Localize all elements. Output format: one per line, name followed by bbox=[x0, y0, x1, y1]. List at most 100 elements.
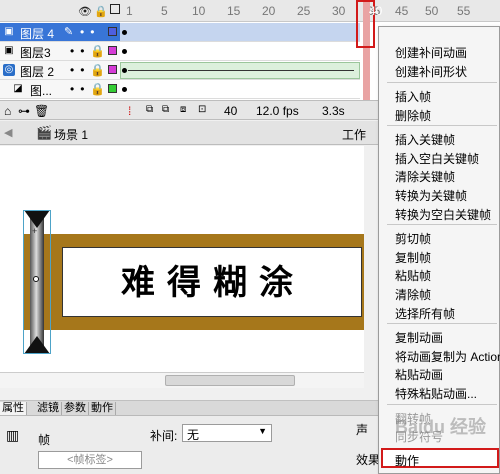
menu-insert-blank-keyframe[interactable]: 插入空白关键帧 bbox=[395, 150, 479, 167]
menu-create-shape-tween[interactable]: 创建补间形状 bbox=[395, 63, 467, 80]
menu-separator bbox=[387, 323, 497, 324]
tween-select[interactable]: 无 ▼ bbox=[182, 424, 272, 442]
layer-label: 图层3 bbox=[20, 46, 51, 60]
delete-layer-icon[interactable]: 🗑 bbox=[34, 104, 49, 118]
registration-point-icon: + bbox=[32, 226, 38, 236]
ruler-tick: 5 bbox=[161, 4, 168, 18]
layer-frames[interactable] bbox=[120, 42, 360, 61]
layer-toggles[interactable]: •• bbox=[80, 25, 100, 39]
ruler-tick: 1 bbox=[126, 4, 133, 18]
onion-markers-icon[interactable]: ⊡ bbox=[198, 104, 206, 115]
menu-copy-motion-as-action[interactable]: 将动画复制为 Action bbox=[395, 348, 500, 365]
layer-color-swatch[interactable] bbox=[108, 46, 117, 55]
frame-rate[interactable]: 12.0 fps bbox=[256, 104, 299, 118]
new-layer-icon[interactable]: ⌂ bbox=[4, 104, 11, 118]
ruler-tick: 55 bbox=[457, 4, 471, 18]
onion-skin-icon[interactable]: ⧉ bbox=[146, 104, 153, 115]
chevron-down-icon: ▼ bbox=[258, 426, 267, 436]
scene-label[interactable]: 场景 1 bbox=[54, 126, 88, 143]
ruler-tick: 20 bbox=[262, 4, 276, 18]
stage-horizontal-scrollbar[interactable] bbox=[0, 372, 364, 388]
menu-insert-keyframe[interactable]: 插入关键帧 bbox=[395, 131, 455, 148]
scroll-paper[interactable]: 难得糊涂 bbox=[62, 247, 362, 317]
edit-multiple-icon[interactable]: ⧈ bbox=[180, 104, 186, 115]
current-frame: 40 bbox=[224, 104, 238, 118]
menu-insert-frame[interactable]: 插入帧 bbox=[395, 88, 431, 105]
menu-copy-frames[interactable]: 复制帧 bbox=[395, 249, 431, 266]
menu-remove-frame[interactable]: 删除帧 bbox=[395, 107, 431, 124]
menu-separator bbox=[387, 224, 497, 225]
scene-icon: 🎬 bbox=[36, 125, 53, 140]
calligraphy-text: 难得糊涂 bbox=[121, 263, 305, 303]
layer-toggles[interactable]: ••🔒 bbox=[70, 82, 111, 96]
layer-toggles[interactable]: ••🔒 bbox=[70, 44, 111, 58]
layer-frames[interactable] bbox=[120, 80, 360, 99]
lock-icon[interactable]: 🔒 bbox=[94, 5, 108, 18]
menu-clear-frames[interactable]: 清除帧 bbox=[395, 286, 431, 303]
masked-layer-icon: ◪ bbox=[13, 83, 23, 94]
menu-convert-to-keyframe[interactable]: 转换为关键帧 bbox=[395, 187, 467, 204]
layer-frames[interactable] bbox=[120, 61, 360, 80]
layer-color-swatch[interactable] bbox=[108, 27, 117, 36]
ruler-tick: 50 bbox=[425, 4, 439, 18]
keyframe-dot bbox=[122, 30, 127, 35]
ruler-tick: 25 bbox=[297, 4, 311, 18]
layer-toggles[interactable]: ••🔒 bbox=[70, 63, 111, 77]
layer-color-swatch[interactable] bbox=[108, 65, 117, 74]
layer-icon: ▣ bbox=[4, 26, 14, 37]
ruler-tick: 30 bbox=[332, 4, 346, 18]
layer-frames[interactable] bbox=[120, 23, 360, 42]
watermark-text: Baidu 经验 bbox=[395, 417, 487, 437]
pencil-icon: ✎ bbox=[64, 26, 74, 38]
layer-label: 图层 2 bbox=[20, 65, 55, 79]
menu-clear-keyframe[interactable]: 清除关键帧 bbox=[395, 168, 455, 185]
layer-color-swatch[interactable] bbox=[108, 84, 117, 93]
layer-name-cell[interactable]: ▣ 图层 4 ✎ •• bbox=[0, 23, 120, 42]
menu-actions[interactable]: 動作 bbox=[395, 452, 419, 469]
back-arrow-icon[interactable]: ◀ bbox=[4, 126, 12, 139]
keyframe-dot bbox=[122, 87, 127, 92]
menu-separator bbox=[387, 404, 497, 405]
elapsed-time: 3.3s bbox=[322, 104, 345, 118]
menu-select-all-frames[interactable]: 选择所有帧 bbox=[395, 305, 455, 322]
menu-separator bbox=[387, 125, 497, 126]
menu-convert-to-blank-keyframe[interactable]: 转换为空白关键帧 bbox=[395, 206, 491, 223]
menu-paste-frames[interactable]: 粘贴帧 bbox=[395, 267, 431, 284]
frame-name-field[interactable]: <帧标签> bbox=[38, 451, 142, 469]
scrollbar-thumb[interactable] bbox=[165, 375, 295, 386]
stage-canvas[interactable]: 难得糊涂 + bbox=[0, 146, 364, 372]
layer-label: 图... bbox=[30, 84, 53, 98]
layer-label: 图层 4 bbox=[20, 27, 55, 41]
frame-context-menu: 创建补间动画 创建补间形状 插入帧 删除帧 插入关键帧 插入空白关键帧 清除关键… bbox=[378, 26, 500, 474]
keyframe-dot bbox=[122, 49, 127, 54]
tab-actions[interactable]: 動作 bbox=[89, 402, 116, 415]
eye-icon[interactable]: 👁 bbox=[78, 5, 92, 18]
workspace-label[interactable]: 工作 bbox=[342, 126, 366, 143]
tab-properties[interactable]: 属性 bbox=[0, 402, 27, 415]
tab-filters[interactable]: 滤镜 bbox=[35, 402, 62, 415]
menu-paste-motion[interactable]: 粘贴动画 bbox=[395, 366, 443, 383]
tab-parameters[interactable]: 参数 bbox=[62, 402, 89, 415]
outline-icon[interactable] bbox=[110, 4, 120, 14]
menu-cut-frames[interactable]: 剪切帧 bbox=[395, 230, 431, 247]
tween-select-value: 无 bbox=[187, 428, 200, 442]
layer-icon: ▣ bbox=[4, 45, 14, 56]
menu-copy-motion[interactable]: 复制动画 bbox=[395, 329, 443, 346]
menu-paste-motion-special[interactable]: 特殊粘贴动画... bbox=[395, 385, 477, 402]
center-frame-icon[interactable]: ⁞ bbox=[128, 104, 131, 118]
tween-label: 补间: bbox=[150, 429, 178, 443]
sound-label: 声 bbox=[356, 423, 369, 437]
effect-label: 效果 bbox=[356, 453, 381, 467]
tween-arrow bbox=[128, 70, 354, 71]
frame-label: 帧 bbox=[38, 433, 51, 447]
ruler-tick: 45 bbox=[395, 4, 409, 18]
layer-name-cell[interactable]: ▣ 图层3 ••🔒 bbox=[0, 42, 120, 61]
mask-layer-icon: ◎ bbox=[3, 64, 15, 76]
transform-point-icon[interactable] bbox=[33, 276, 39, 282]
onion-outline-icon[interactable]: ⧉ bbox=[162, 104, 169, 115]
layer-name-cell[interactable]: ◪ 图... ••🔒 bbox=[0, 80, 120, 99]
frame-ruler[interactable]: 1 5 10 15 20 25 30 35 40 45 50 55 bbox=[120, 0, 500, 22]
layer-name-cell[interactable]: ◎ 图层 2 ••🔒 bbox=[0, 61, 120, 80]
new-folder-icon[interactable]: ⊶ bbox=[18, 104, 30, 118]
menu-create-motion-tween[interactable]: 创建补间动画 bbox=[395, 44, 467, 61]
